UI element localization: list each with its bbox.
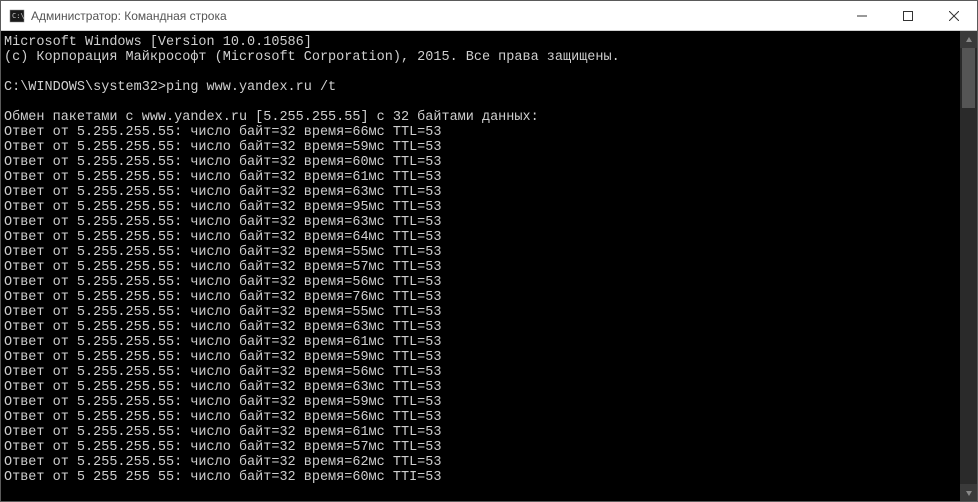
scrollbar-track[interactable] <box>960 48 977 484</box>
minimize-button[interactable] <box>839 1 885 30</box>
terminal: Microsoft Windows [Version 10.0.10586](c… <box>1 31 977 501</box>
ping-reply-line: Ответ от 5.255.255.55: число байт=32 вре… <box>4 410 960 425</box>
ping-reply-line: Ответ от 5.255.255.55: число байт=32 вре… <box>4 155 960 170</box>
ping-reply-line: Ответ от 5.255.255.55: число байт=32 вре… <box>4 425 960 440</box>
scroll-down-button[interactable] <box>960 484 977 501</box>
ping-reply-line: Ответ от 5.255.255.55: число байт=32 вре… <box>4 380 960 395</box>
ping-reply-line: Ответ от 5.255.255.55: число байт=32 вре… <box>4 185 960 200</box>
scrollbar <box>960 31 977 501</box>
exchange-line: Обмен пакетами с www.yandex.ru [5.255.25… <box>4 110 960 125</box>
cmd-icon: C:\ <box>9 8 25 24</box>
window-controls <box>839 1 977 30</box>
ping-reply-line: Ответ от 5.255.255.55: число байт=32 вре… <box>4 230 960 245</box>
ping-reply-line-partial: Ответ от 5 255 255 55: число байт=32 вре… <box>4 470 960 485</box>
ping-reply-line: Ответ от 5.255.255.55: число байт=32 вре… <box>4 320 960 335</box>
ping-reply-line: Ответ от 5.255.255.55: число байт=32 вре… <box>4 215 960 230</box>
version-line: Microsoft Windows [Version 10.0.10586] <box>4 35 960 50</box>
ping-reply-line: Ответ от 5.255.255.55: число байт=32 вре… <box>4 440 960 455</box>
ping-reply-line: Ответ от 5.255.255.55: число байт=32 вре… <box>4 335 960 350</box>
ping-reply-line: Ответ от 5.255.255.55: число байт=32 вре… <box>4 395 960 410</box>
ping-reply-line: Ответ от 5.255.255.55: число байт=32 вре… <box>4 200 960 215</box>
scrollbar-thumb[interactable] <box>962 48 975 108</box>
copyright-line: (c) Корпорация Майкрософт (Microsoft Cor… <box>4 50 960 65</box>
ping-reply-line: Ответ от 5.255.255.55: число байт=32 вре… <box>4 260 960 275</box>
ping-reply-line: Ответ от 5.255.255.55: число байт=32 вре… <box>4 245 960 260</box>
ping-reply-line: Ответ от 5.255.255.55: число байт=32 вре… <box>4 365 960 380</box>
ping-reply-line: Ответ от 5.255.255.55: число байт=32 вре… <box>4 170 960 185</box>
blank-line <box>4 95 960 110</box>
blank-line <box>4 65 960 80</box>
ping-reply-line: Ответ от 5.255.255.55: число байт=32 вре… <box>4 290 960 305</box>
svg-text:C:\: C:\ <box>12 12 25 20</box>
close-button[interactable] <box>931 1 977 30</box>
ping-reply-line: Ответ от 5.255.255.55: число байт=32 вре… <box>4 275 960 290</box>
terminal-output[interactable]: Microsoft Windows [Version 10.0.10586](c… <box>1 31 960 501</box>
ping-reply-line: Ответ от 5.255.255.55: число байт=32 вре… <box>4 140 960 155</box>
ping-reply-line: Ответ от 5.255.255.55: число байт=32 вре… <box>4 350 960 365</box>
titlebar: C:\ Администратор: Командная строка <box>1 1 977 31</box>
window-title: Администратор: Командная строка <box>31 9 839 23</box>
scroll-up-button[interactable] <box>960 31 977 48</box>
ping-reply-line: Ответ от 5.255.255.55: число байт=32 вре… <box>4 305 960 320</box>
ping-reply-line: Ответ от 5.255.255.55: число байт=32 вре… <box>4 455 960 470</box>
prompt-line: C:\WINDOWS\system32>ping www.yandex.ru /… <box>4 80 960 95</box>
maximize-button[interactable] <box>885 1 931 30</box>
ping-reply-line: Ответ от 5.255.255.55: число байт=32 вре… <box>4 125 960 140</box>
